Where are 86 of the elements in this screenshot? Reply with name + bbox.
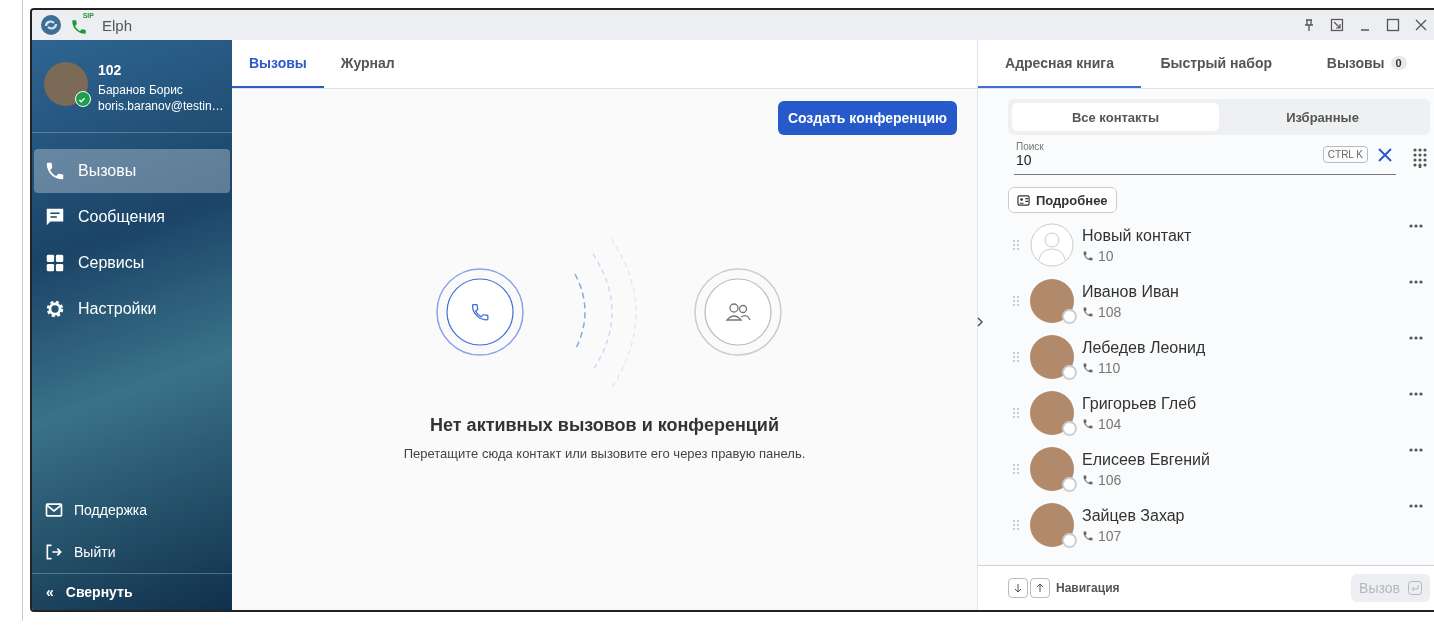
nav-item[interactable]: Вызовы	[34, 149, 230, 193]
contact-number: 10	[1098, 247, 1114, 264]
user-extension: 102	[98, 62, 123, 78]
contact-item[interactable]: Григорьев Глеб 104	[978, 385, 1434, 441]
more-icon[interactable]	[1408, 223, 1424, 229]
contact-name: Иванов Иван	[1082, 282, 1179, 301]
avatar	[1030, 447, 1074, 491]
contact-number: 107	[1098, 527, 1122, 544]
pin-icon[interactable]	[1302, 18, 1316, 32]
nav-item[interactable]: Сервисы	[34, 241, 230, 285]
phone-icon	[1082, 361, 1094, 374]
close-icon[interactable]	[1414, 18, 1428, 32]
segment-tab[interactable]: Все контакты	[1012, 103, 1219, 131]
avatar	[44, 62, 88, 106]
empty-state-title: Нет активных вызовов и конференций	[430, 415, 779, 436]
contact-item[interactable]: Лебедев Леонид 110	[978, 329, 1434, 385]
contact-name: Лебедев Леонид	[1082, 338, 1206, 357]
contact-item[interactable]: Зайцев Захар 107	[978, 497, 1434, 553]
mail-icon	[44, 500, 64, 520]
more-icon[interactable]	[1408, 447, 1424, 453]
gear-icon	[44, 298, 66, 320]
tab[interactable]: Журнал	[323, 40, 412, 88]
avatar	[1030, 335, 1074, 379]
contact-item[interactable]: Елисеев Евгений 106	[978, 441, 1434, 497]
contact-name: Зайцев Захар	[1082, 506, 1185, 525]
details-button[interactable]: Подробнее	[1008, 187, 1117, 213]
more-icon[interactable]	[1408, 391, 1424, 397]
contact-name: Новый контакт	[1082, 226, 1192, 245]
count-badge: 0	[1390, 56, 1407, 70]
logout-icon	[44, 542, 64, 562]
contact-card-icon	[1017, 193, 1030, 207]
tab[interactable]: Быстрый набор	[1141, 40, 1292, 88]
drag-handle-icon[interactable]	[1012, 239, 1020, 251]
sidebar-link[interactable]: Поддержка	[32, 489, 232, 531]
app-logo-icon	[40, 14, 62, 36]
contact-item[interactable]: Иванов Иван 108	[978, 273, 1434, 329]
contact-number: 106	[1098, 471, 1122, 488]
drag-handle-icon[interactable]	[1012, 407, 1020, 419]
phone-icon	[1082, 529, 1094, 542]
segment-tab[interactable]: Избранные	[1219, 103, 1426, 131]
chevron-right-icon[interactable]	[974, 315, 986, 329]
shortcut-hint: CTRL K	[1322, 146, 1368, 163]
avatar	[1030, 391, 1074, 435]
dialpad-icon[interactable]	[1412, 148, 1428, 168]
avatar	[1030, 503, 1074, 547]
person-placeholder-icon	[1030, 223, 1074, 267]
contact-name: Григорьев Глеб	[1082, 394, 1197, 413]
empty-state-text: Перетащите сюда контакт или вызовите его через правую панель.	[403, 446, 806, 461]
more-icon[interactable]	[1408, 335, 1424, 341]
more-icon[interactable]	[1408, 279, 1424, 285]
drag-handle-icon[interactable]	[1012, 519, 1020, 531]
contact-item[interactable]: Новый контакт 10	[978, 217, 1434, 273]
clear-icon[interactable]	[1376, 145, 1394, 164]
tab[interactable]: Вызовы	[232, 40, 324, 88]
phone-icon	[1082, 417, 1094, 430]
sidebar-link[interactable]: Выйти	[32, 531, 232, 573]
down-key-icon	[1008, 578, 1028, 598]
contact-number: 104	[1098, 415, 1122, 432]
user-name: Баранов Борис	[98, 82, 184, 98]
create-conference-button[interactable]: Создать конференцию	[777, 101, 957, 135]
phone-icon	[1082, 473, 1094, 486]
avatar	[1030, 279, 1074, 323]
nav-item[interactable]: Сообщения	[34, 195, 230, 239]
up-key-icon	[1030, 578, 1050, 598]
tab[interactable]: Вызовы 0	[1291, 40, 1434, 88]
drag-handle-icon[interactable]	[1012, 295, 1020, 307]
contact-name: Елисеев Евгений	[1082, 450, 1210, 469]
phone-icon	[44, 160, 66, 182]
drag-handle-icon[interactable]	[1012, 463, 1020, 475]
window-title: Elph	[102, 16, 133, 34]
contact-number: 108	[1098, 303, 1122, 320]
drag-handle-icon[interactable]	[1012, 351, 1020, 363]
navigation-hint: Навигация	[1056, 581, 1120, 595]
grid-icon	[44, 252, 66, 274]
more-icon[interactable]	[1408, 503, 1424, 509]
maximize-icon[interactable]	[1386, 18, 1400, 32]
user-email: boris.baranov@testin…	[98, 98, 224, 114]
search-field[interactable]: Поиск 10 CTRL K	[1014, 141, 1396, 175]
contact-number: 110	[1098, 359, 1121, 376]
tab[interactable]: Адресная книга	[978, 40, 1141, 88]
phone-icon	[1082, 249, 1094, 262]
phone-icon	[70, 18, 88, 36]
resize-icon[interactable]	[1330, 18, 1344, 32]
phone-icon	[1082, 305, 1094, 318]
nav-item[interactable]: Настройки	[34, 287, 230, 331]
enter-key-icon	[1408, 581, 1422, 595]
